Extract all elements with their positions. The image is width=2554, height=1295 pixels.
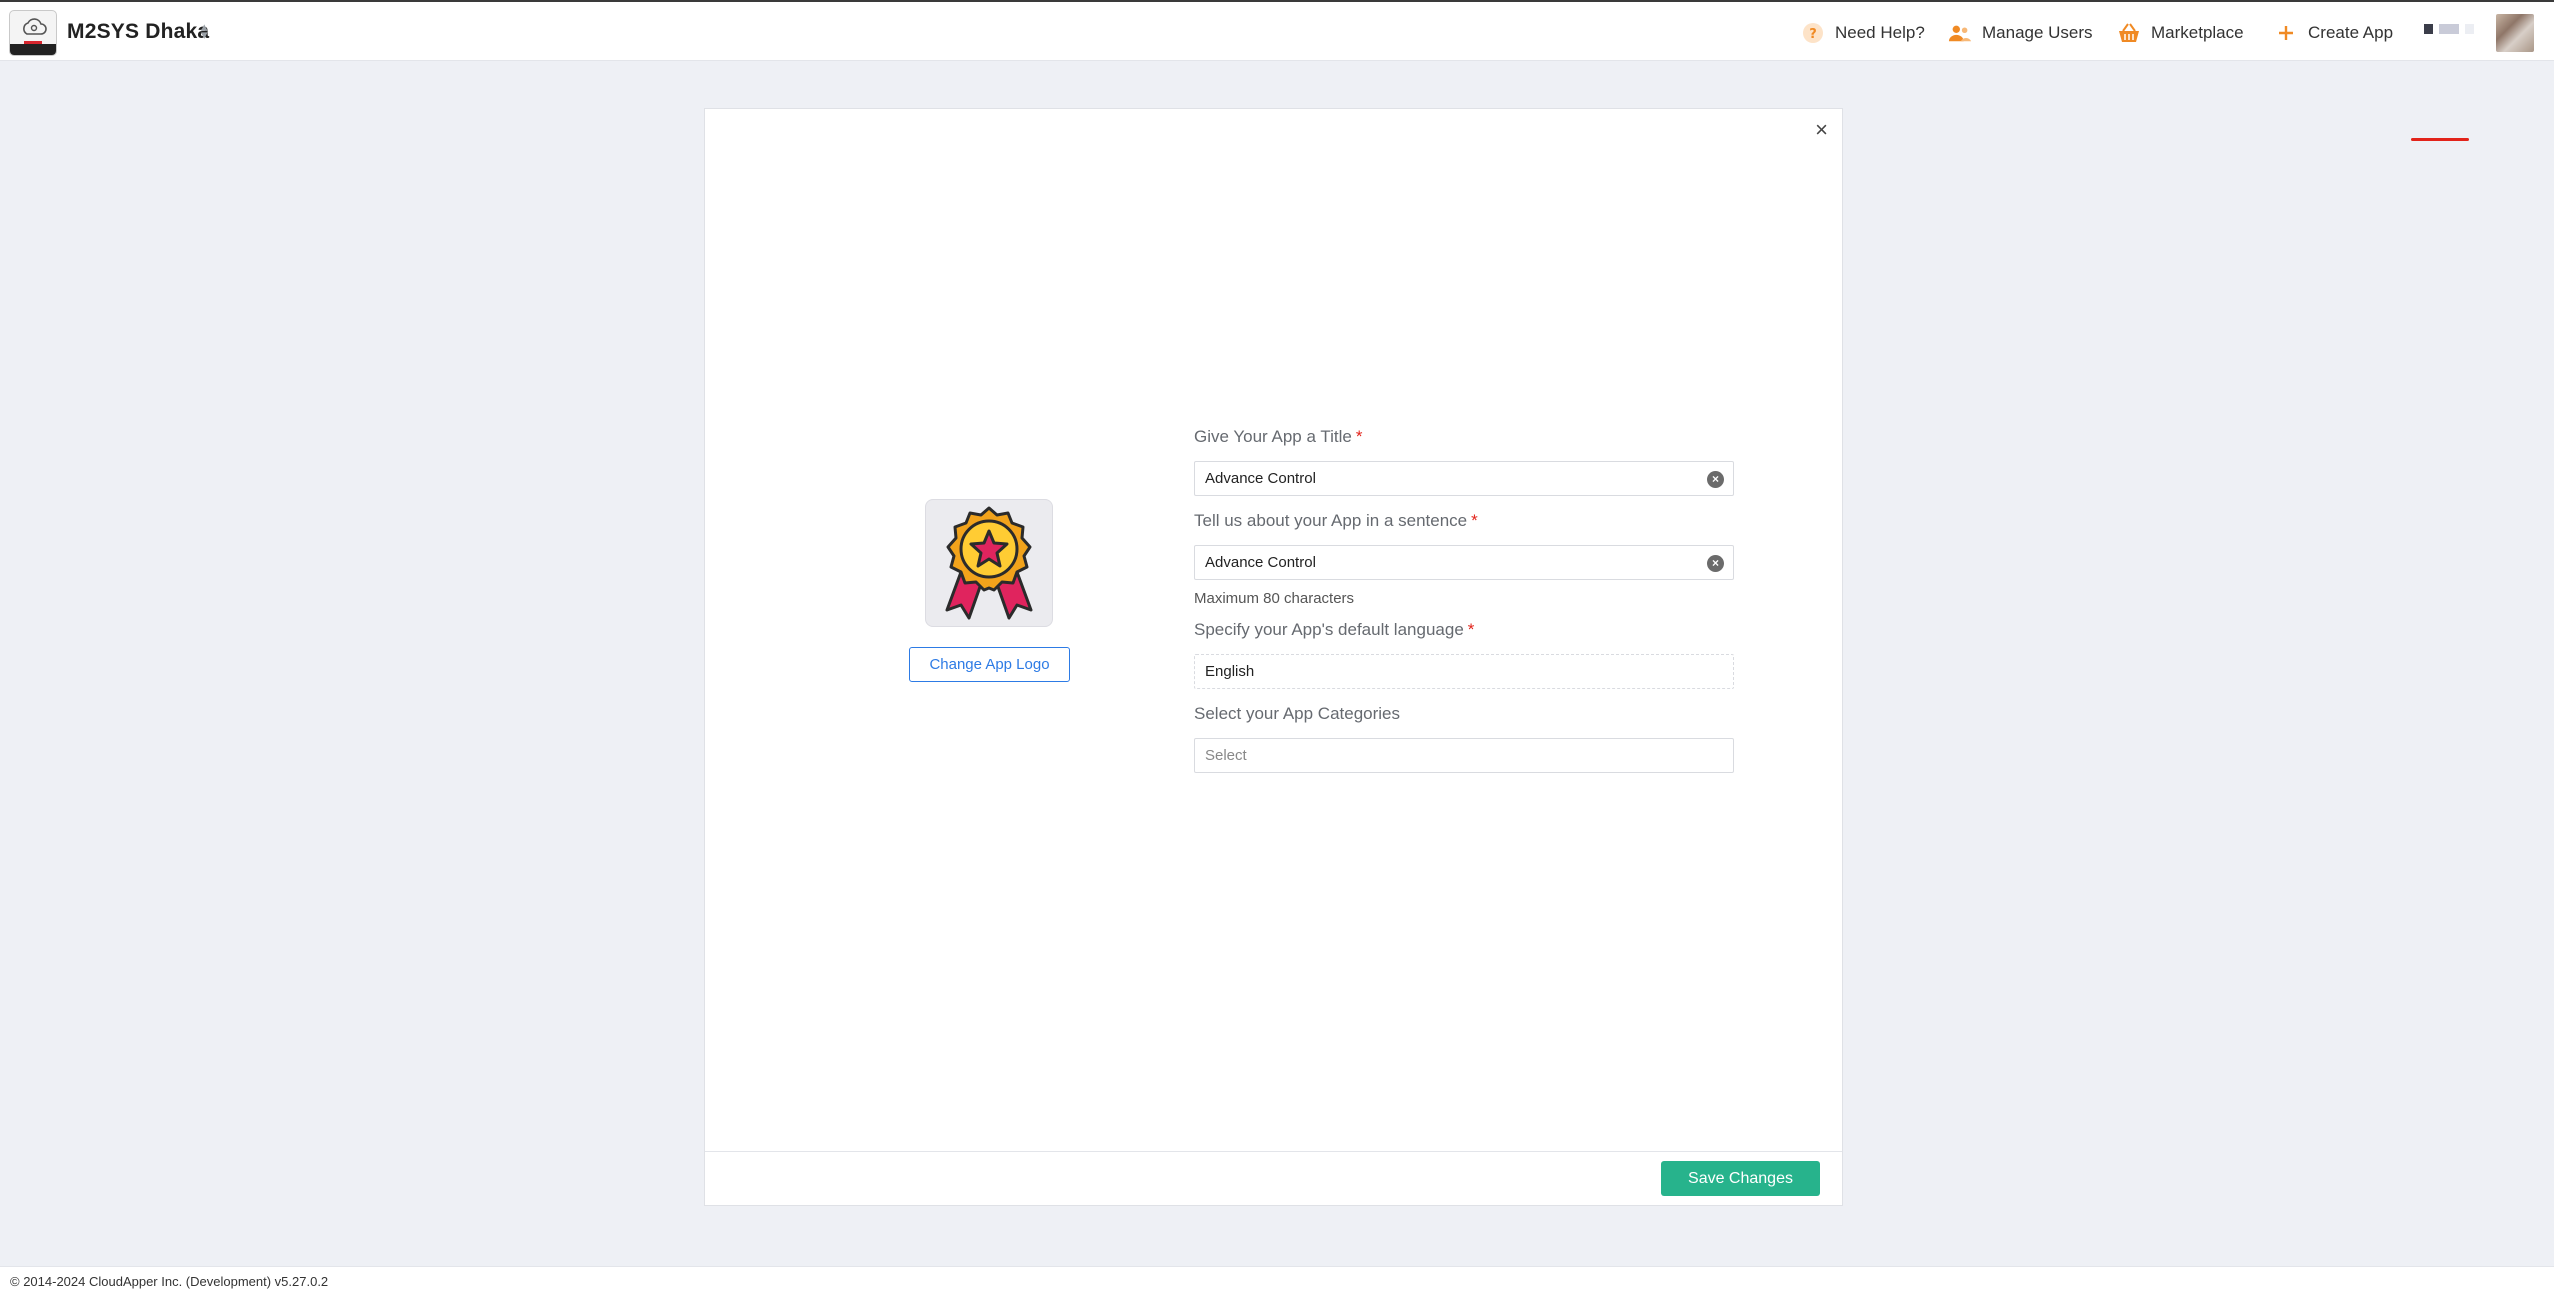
- close-icon[interactable]: ×: [1815, 119, 1828, 141]
- avatar[interactable]: [2496, 14, 2534, 52]
- page-footer: © 2014-2024 CloudApper Inc. (Development…: [0, 1266, 2554, 1295]
- need-help-label: Need Help?: [1835, 23, 1925, 42]
- categories-label-text: Select your App Categories: [1194, 704, 1401, 723]
- marketplace-link[interactable]: Marketplace: [2117, 20, 2244, 46]
- org-name[interactable]: M2SYS Dhaka: [67, 20, 209, 44]
- logo-base: [10, 44, 56, 55]
- app-description-value: Advance Control: [1205, 554, 1316, 571]
- description-label-text: Tell us about your App in a sentence: [1194, 511, 1468, 530]
- org-logo[interactable]: [9, 10, 57, 56]
- clear-icon[interactable]: ×: [1707, 471, 1724, 488]
- app-logo-preview: [925, 499, 1053, 627]
- app-settings-modal: × Change App Logo Give Your App a Title *…: [704, 108, 1843, 1206]
- need-help-link[interactable]: ? Need Help?: [1801, 20, 1925, 46]
- app-title-input[interactable]: Advance Control ×: [1194, 461, 1734, 496]
- create-app-link[interactable]: Create App: [2274, 20, 2393, 46]
- default-language-value: English: [1205, 663, 1255, 680]
- save-changes-button[interactable]: Save Changes: [1661, 1161, 1820, 1196]
- marketplace-label: Marketplace: [2151, 23, 2244, 42]
- clear-icon[interactable]: ×: [1707, 555, 1724, 572]
- copyright-text: © 2014-2024 CloudApper Inc. (Development…: [10, 1274, 329, 1289]
- title-field-label: Give Your App a Title *: [1194, 427, 1362, 447]
- award-badge-icon: [945, 506, 1033, 620]
- plus-icon: [2274, 21, 2298, 45]
- language-label-text: Specify your App's default language: [1194, 620, 1464, 639]
- description-hint: Maximum 80 characters: [1194, 590, 1355, 607]
- description-field-label: Tell us about your App in a sentence *: [1194, 511, 1478, 531]
- cloud-logo-icon: [23, 18, 47, 35]
- categories-field-label: Select your App Categories: [1194, 704, 1400, 724]
- language-field-label: Specify your App's default language *: [1194, 620, 1474, 640]
- required-mark: *: [1471, 511, 1478, 530]
- required-mark: *: [1467, 620, 1475, 639]
- title-label-text: Give Your App a Title: [1194, 427, 1352, 446]
- annotation-mark: [2411, 138, 2469, 141]
- users-icon: [1948, 21, 1972, 45]
- app-description-input[interactable]: Advance Control ×: [1194, 545, 1734, 580]
- org-switch-icon[interactable]: ▴ ▾: [201, 20, 208, 41]
- top-bar: M2SYS Dhaka ▴ ▾ ? Need Help? Manage Users…: [0, 0, 2554, 61]
- create-app-label: Create App: [2308, 23, 2394, 42]
- modal-footer: Save Changes: [705, 1151, 1842, 1205]
- basket-icon: [2117, 21, 2141, 45]
- required-mark: *: [1355, 427, 1363, 446]
- user-name-redacted: [2424, 24, 2474, 34]
- svg-text:?: ?: [1809, 27, 1817, 42]
- manage-users-label: Manage Users: [1982, 23, 2093, 42]
- question-circle-icon: ?: [1801, 21, 1825, 45]
- app-categories-select[interactable]: Select: [1194, 738, 1734, 773]
- default-language-select[interactable]: English: [1194, 654, 1734, 689]
- categories-placeholder: Select: [1205, 747, 1247, 764]
- app-title-value: Advance Control: [1205, 470, 1316, 487]
- change-app-logo-button[interactable]: Change App Logo: [909, 647, 1070, 682]
- manage-users-link[interactable]: Manage Users: [1948, 20, 2093, 46]
